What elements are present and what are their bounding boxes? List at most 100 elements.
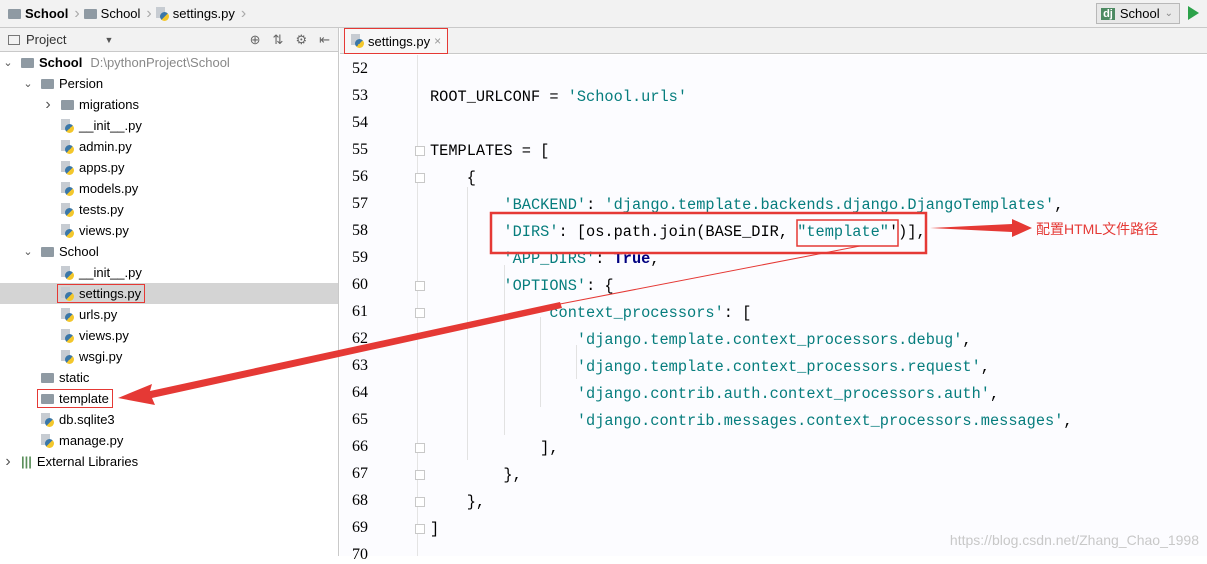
tree-item[interactable]: models.py [0,178,338,199]
chevron-right-icon[interactable]: › [42,96,54,114]
code-line[interactable]: 'BACKEND': 'django.template.backends.dja… [430,196,1063,214]
tree-item[interactable]: ⌄ School [0,241,338,262]
tree-item[interactable]: urls.py [0,304,338,325]
tree-item-content: settings.py [56,284,146,303]
code-line[interactable]: TEMPLATES = [ [430,142,549,160]
tree-item[interactable]: ⌄ Persion [0,73,338,94]
code-line[interactable]: ], [430,439,558,457]
tree-item-content: models.py [59,181,140,196]
code-line[interactable]: { [430,169,476,187]
code-line[interactable]: 'django.template.context_processors.requ… [430,358,990,376]
fold-marker-icon[interactable] [415,281,425,291]
run-config-label: School [1119,6,1160,21]
tree-item[interactable]: db.sqlite3 [0,409,338,430]
tree-item-label: External Libraries [36,454,139,469]
unknown-file-icon [41,412,54,427]
tree-item[interactable]: settings.py [0,283,338,304]
chevron-down-icon[interactable]: ⌄ [22,77,34,90]
fold-marker-icon[interactable] [415,173,425,183]
fold-marker-icon[interactable] [415,470,425,480]
chevron-down-icon[interactable]: ⌄ [22,245,34,258]
string-token: 'DIRS' [430,223,559,241]
code-token: : [586,196,605,214]
code-line[interactable]: 'django.contrib.auth.context_processors.… [430,385,999,403]
tree-item-label: wsgi.py [79,349,123,364]
fold-marker-icon[interactable] [415,497,425,507]
string-token: 'BACKEND' [430,196,587,214]
run-config-selector[interactable]: dj School ⌄ [1096,3,1180,24]
code-line[interactable]: 'django.contrib.messages.context_process… [430,412,1073,430]
breadcrumb-label: School [100,6,141,21]
tree-item-label: db.sqlite3 [59,412,115,427]
code-token: : [595,250,614,268]
tree-item-content: __init__.py [59,265,144,280]
project-view-icon [8,34,20,45]
editor-tabs: settings.py × [340,28,1207,54]
tree-item[interactable]: admin.py [0,136,338,157]
code-token: : [ [723,304,752,322]
tree-item[interactable]: ⌄ School D:\pythonProject\School [0,52,338,73]
hide-panel-icon[interactable]: ⇤ [319,32,330,48]
line-number: 62 [352,330,368,347]
fold-marker-icon[interactable] [415,308,425,318]
tree-item-label: urls.py [79,307,118,322]
line-number: 55 [352,141,368,158]
tree-item-content: tests.py [59,202,126,217]
folder-icon [41,78,54,89]
run-icon[interactable] [1188,6,1199,20]
collapse-all-icon[interactable]: ⇅ [273,32,284,48]
code-line[interactable]: ] [430,520,439,538]
code-line[interactable]: 'context_processors': [ [430,304,751,322]
code-editor[interactable]: 52 53 54 55 56 57 58 59 60 61 62 63 64 65 66 67 68 69 70 R… [340,55,1207,563]
tree-item[interactable]: tests.py [0,199,338,220]
tree-item-label: School [39,55,83,70]
code-line[interactable]: }, [430,493,485,511]
fold-marker-icon[interactable] [415,443,425,453]
tree-item-label: admin.py [79,139,132,154]
tree-item-label: School [59,244,99,259]
tree-item[interactable]: template [0,388,338,409]
code-line[interactable]: 'OPTIONS': { [430,277,613,295]
gear-icon[interactable]: ⚙ [295,32,307,48]
code-line[interactable]: 'APP_DIRS': True, [430,250,660,268]
code-line[interactable]: ROOT_URLCONF = 'School.urls' [430,88,687,106]
code-line[interactable]: 'django.template.context_processors.debu… [430,331,972,349]
tree-item-content: views.py [59,328,131,343]
tree-item-label: manage.py [59,433,124,448]
fold-marker-icon[interactable] [415,524,425,534]
tree-item-label: template [59,391,109,406]
tree-item[interactable]: apps.py [0,157,338,178]
close-icon[interactable]: × [434,34,441,48]
tree-item[interactable]: › migrations [0,94,338,115]
breadcrumb-item[interactable]: School › [83,5,152,23]
tree-item[interactable]: › ||| External Libraries [0,451,338,472]
code-line[interactable]: 'DIRS': [os.path.join(BASE_DIR, "templat… [430,223,925,241]
tree-item[interactable]: manage.py [0,430,338,451]
chevron-down-icon: ⌄ [1164,8,1173,19]
tree-item[interactable]: views.py [0,325,338,346]
tree-item[interactable]: views.py [0,220,338,241]
chevron-down-icon[interactable]: ⌄ [2,56,14,69]
tree-item-content: urls.py [59,307,119,322]
project-panel-header[interactable]: Project ▼ ⊕ ⇅ ⚙ ⇤ [0,28,338,52]
chevron-right-icon[interactable]: › [2,453,14,471]
locate-icon[interactable]: ⊕ [250,32,261,48]
tab-settings-py[interactable]: settings.py × [344,28,449,54]
tree-item[interactable]: __init__.py [0,115,338,136]
tree-item-label: __init__.py [79,118,142,133]
tree-item[interactable]: wsgi.py [0,346,338,367]
code-token: , [989,385,1000,403]
tree-item[interactable]: static [0,367,338,388]
tree-item-content: apps.py [59,160,127,175]
fold-marker-icon[interactable] [415,146,425,156]
breadcrumb-item[interactable]: School › [8,5,80,23]
tree-item-content: db.sqlite3 [39,412,117,427]
tree-item[interactable]: __init__.py [0,262,338,283]
tree-item-content: School [39,244,101,259]
code-token: , [650,250,660,268]
folder-icon [41,372,54,383]
line-number: 53 [352,87,368,104]
code-line[interactable]: }, [430,466,521,484]
chevron-down-icon[interactable]: ▼ [104,35,113,45]
breadcrumb-item[interactable]: settings.py › [155,5,246,23]
